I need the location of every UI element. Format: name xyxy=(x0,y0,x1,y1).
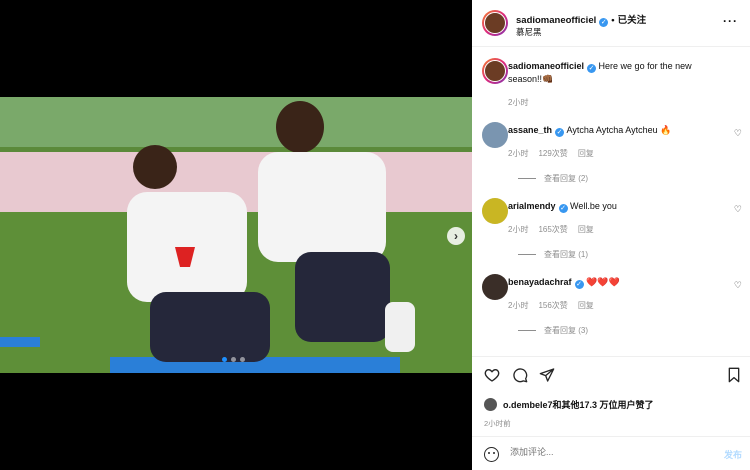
like-heart-icon[interactable] xyxy=(484,367,500,383)
comment-time: 2小时 xyxy=(508,225,529,234)
comment-text: benayadachraf ✓ ❤️❤️❤️ xyxy=(508,276,718,289)
carousel-dot-active xyxy=(222,357,227,362)
comment-body: Well.be you xyxy=(570,201,617,211)
comment-username[interactable]: arialmendy xyxy=(508,201,556,211)
comment-body: ❤️❤️❤️ xyxy=(586,277,620,287)
reply-button[interactable]: 回复 xyxy=(578,148,594,159)
author-username[interactable]: sadiomaneofficiel xyxy=(516,15,596,26)
verified-icon: ✓ xyxy=(555,128,565,137)
reply-button[interactable]: 回复 xyxy=(578,300,594,311)
carousel-indicator xyxy=(222,357,245,362)
caption-avatar[interactable] xyxy=(482,58,508,84)
separator-dot: • xyxy=(611,15,615,26)
caption-time: 2小时 xyxy=(508,98,529,107)
emoji-icon[interactable] xyxy=(484,447,499,462)
post-photo[interactable] xyxy=(0,97,472,373)
comment-likes[interactable]: 129次赞 xyxy=(538,148,567,159)
likes-summary[interactable]: o.dembele7和其他17.3 万位用户赞了 xyxy=(484,398,654,411)
reply-button[interactable]: 回复 xyxy=(578,224,594,235)
comment-meta: 2小时 165次赞 回复 xyxy=(508,224,594,235)
replies-line xyxy=(518,254,536,255)
comment-username[interactable]: benayadachraf xyxy=(508,277,572,287)
save-bookmark-icon[interactable] xyxy=(726,367,742,383)
like-comment-heart-icon[interactable]: ♡ xyxy=(734,204,742,215)
verified-icon: ✓ xyxy=(587,64,597,73)
carousel-dot xyxy=(231,357,236,362)
verified-icon: ✓ xyxy=(558,204,568,213)
carousel-dot xyxy=(240,357,245,362)
comment-username[interactable]: assane_th xyxy=(508,125,552,135)
comment-time: 2小时 xyxy=(508,301,529,310)
comment-meta: 2小时 129次赞 回复 xyxy=(508,148,594,159)
post-time: 2小时前 xyxy=(484,419,511,428)
likes-text[interactable]: o.dembele7和其他17.3 万位用户赞了 xyxy=(503,398,654,411)
following-button[interactable]: 已关注 xyxy=(618,15,647,26)
replies-line xyxy=(518,178,536,179)
view-replies-label[interactable]: 查看回复 (2) xyxy=(544,173,588,184)
post-comment-button[interactable]: 发布 xyxy=(724,448,742,461)
view-replies-label[interactable]: 查看回复 (1) xyxy=(544,249,588,260)
liker-avatar xyxy=(484,398,497,411)
training-photo xyxy=(0,97,472,373)
caption-meta: 2小时 xyxy=(508,97,528,108)
comment-avatar[interactable] xyxy=(482,274,508,300)
location-link[interactable]: 慕尼黑 xyxy=(516,26,542,38)
replies-line xyxy=(518,330,536,331)
caption-text: sadiomaneofficiel ✓ Here we go for the ne… xyxy=(508,60,718,86)
view-replies-label[interactable]: 查看回复 (3) xyxy=(544,325,588,336)
more-horizontal-icon[interactable]: ··· xyxy=(723,14,738,28)
comment-text: arialmendy ✓ Well.be you xyxy=(508,200,718,213)
comment-likes[interactable]: 156次赞 xyxy=(538,300,567,311)
like-comment-heart-icon[interactable]: ♡ xyxy=(734,128,742,139)
comment-time: 2小时 xyxy=(508,149,529,158)
comment-meta: 2小时 156次赞 回复 xyxy=(508,300,594,311)
view-replies-button[interactable]: 查看回复 (2) xyxy=(518,173,588,184)
comment-avatar[interactable] xyxy=(482,122,508,148)
view-replies-button[interactable]: 查看回复 (1) xyxy=(518,249,588,260)
author-avatar[interactable] xyxy=(482,10,508,36)
comment-body: Aytcha Aytcha Aytcheu 🔥 xyxy=(566,125,672,135)
comments-list: sadiomaneofficiel ✓ Here we go for the ne… xyxy=(472,48,750,356)
author-line: sadiomaneofficiel ✓ • 已关注 xyxy=(516,12,646,27)
comment-text: assane_th ✓ Aytcha Aytcha Aytcheu 🔥 xyxy=(508,124,718,137)
view-replies-button[interactable]: 查看回复 (3) xyxy=(518,325,588,336)
share-paper-plane-icon[interactable] xyxy=(539,367,555,383)
verified-icon: ✓ xyxy=(599,18,609,27)
comment-bubble-icon[interactable] xyxy=(512,367,528,383)
like-comment-heart-icon[interactable]: ♡ xyxy=(734,280,742,291)
post-actions: o.dembele7和其他17.3 万位用户赞了 2小时前 发布 xyxy=(472,356,750,470)
comment-likes[interactable]: 165次赞 xyxy=(538,224,567,235)
next-image-button[interactable]: › xyxy=(447,227,465,245)
add-comment-input[interactable] xyxy=(510,447,690,457)
verified-icon: ✓ xyxy=(574,280,584,289)
post-side-panel: sadiomaneofficiel ✓ • 已关注 慕尼黑 ··· sadiomane… xyxy=(472,0,750,470)
post-header: sadiomaneofficiel ✓ • 已关注 慕尼黑 ··· xyxy=(472,0,750,47)
add-comment-bar: 发布 xyxy=(472,436,750,470)
media-pane: › xyxy=(0,0,472,470)
comment-avatar[interactable] xyxy=(482,198,508,224)
caption-username[interactable]: sadiomaneofficiel xyxy=(508,61,584,71)
